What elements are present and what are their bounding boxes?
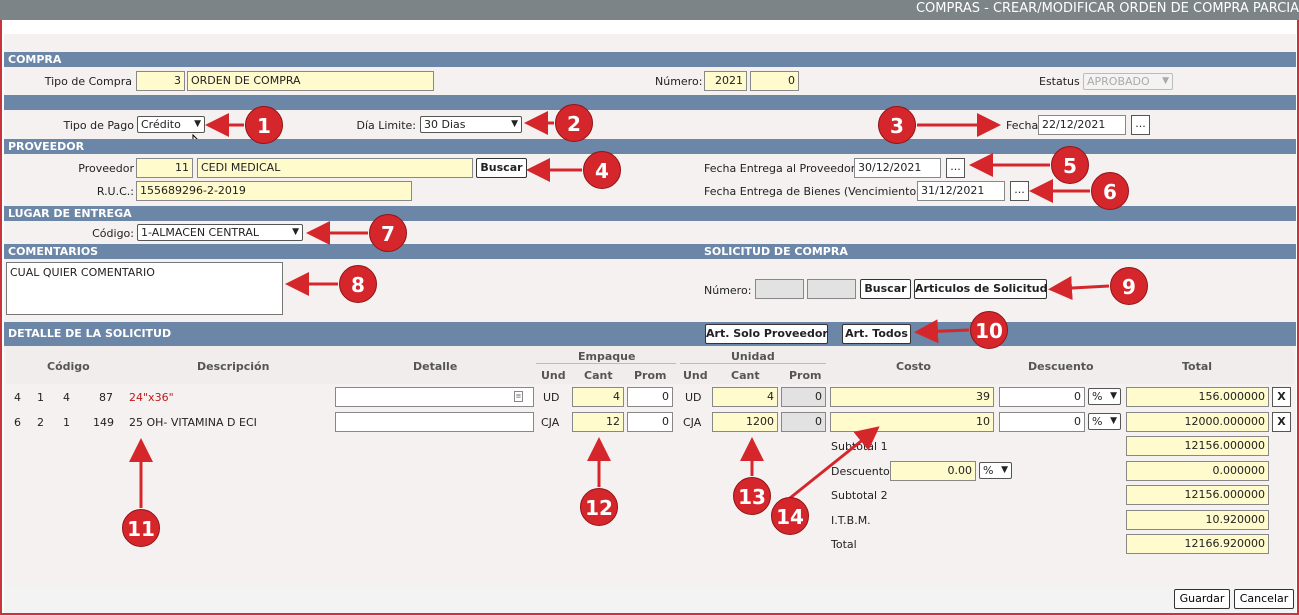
annotation-arrows — [129, 111, 1110, 508]
arrow-14 — [789, 426, 880, 500]
annotation-1: 1 — [245, 106, 283, 144]
annotation-4: 4 — [583, 151, 621, 189]
annotation-10: 10 — [970, 311, 1008, 349]
arrow-9 — [1048, 276, 1110, 301]
annotation-9: 9 — [1110, 267, 1148, 305]
annotation-11: 11 — [122, 509, 160, 547]
annotation-8: 8 — [339, 265, 377, 303]
annotation-2: 2 — [555, 104, 593, 142]
annotation-13: 13 — [733, 477, 771, 515]
annotation-5: 5 — [1051, 146, 1089, 184]
annotation-6: 6 — [1091, 172, 1129, 210]
annotation-7: 7 — [369, 214, 407, 252]
annotation-14: 14 — [771, 497, 809, 535]
annotation-12: 12 — [580, 488, 618, 526]
arrow-10 — [914, 319, 970, 344]
annotation-3: 3 — [878, 106, 916, 144]
